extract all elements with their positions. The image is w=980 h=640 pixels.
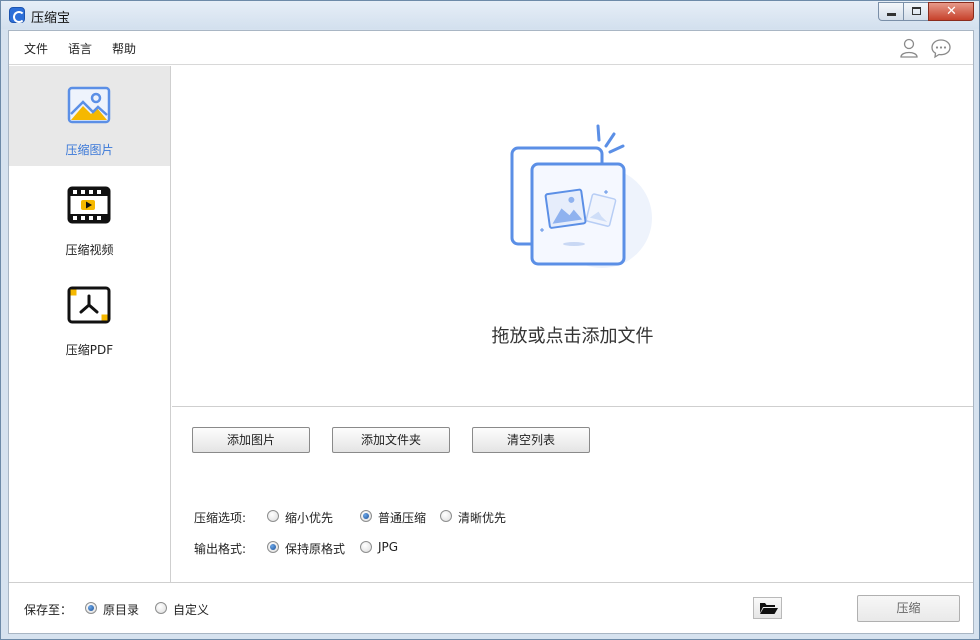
app-window: 压缩宝 ✕ 文件 语言 帮助 压缩图片 压缩视频 压缩PDF 拖放或点击添加文件… [0, 0, 980, 640]
add-images-illustration-icon [510, 124, 652, 268]
menu-help[interactable]: 帮助 [112, 40, 136, 57]
radio-custom-directory[interactable] [155, 602, 167, 614]
radio-label: 保持原格式 [285, 542, 346, 556]
maximize-icon [912, 7, 921, 15]
sidebar-item-compress-video[interactable]: 压缩视频 [9, 166, 170, 266]
radio-shrink-priority[interactable] [267, 510, 279, 522]
sidebar-item-compress-pdf[interactable]: 压缩PDF [9, 266, 170, 366]
compress-button[interactable]: 压缩 [857, 595, 960, 622]
compress-options-label: 压缩选项: [194, 511, 247, 525]
open-folder-button[interactable] [753, 597, 782, 619]
radio-label: 原目录 [103, 603, 140, 617]
sidebar: 压缩图片 压缩视频 压缩PDF [9, 66, 171, 582]
radio-label: 普通压缩 [378, 511, 427, 525]
pdf-icon [67, 286, 111, 324]
radio-jpg[interactable] [360, 541, 372, 553]
menu-bar: 文件 语言 帮助 [9, 31, 973, 65]
clear-list-button[interactable]: 清空列表 [472, 427, 590, 453]
title-bar[interactable]: 压缩宝 ✕ [1, 1, 979, 29]
radio-original-directory[interactable] [85, 602, 97, 614]
close-icon: ✕ [946, 4, 957, 19]
save-to-label: 保存至： [24, 603, 73, 617]
add-folder-button[interactable]: 添加文件夹 [332, 427, 450, 453]
radio-label: 清晰优先 [458, 511, 507, 525]
window-title: 压缩宝 [31, 11, 71, 26]
chat-bubble-icon[interactable] [930, 37, 952, 59]
maximize-button[interactable] [903, 2, 929, 21]
app-logo-icon [9, 7, 25, 23]
sidebar-item-label: 压缩视频 [65, 243, 114, 257]
radio-label: 缩小优先 [285, 511, 334, 525]
radio-keep-original-format[interactable] [267, 541, 279, 553]
window-controls: ✕ [878, 2, 974, 21]
menu-language[interactable]: 语言 [68, 40, 92, 57]
image-icon [67, 86, 111, 124]
compress-controls-panel: 添加图片 添加文件夹 清空列表 压缩选项: 缩小优先 普通压缩 清晰优先 输出格… [172, 408, 973, 582]
radio-label: 自定义 [173, 603, 210, 617]
output-format-label: 输出格式: [194, 542, 247, 556]
video-icon [67, 186, 111, 224]
minimize-button[interactable] [878, 2, 904, 21]
menu-file[interactable]: 文件 [24, 40, 48, 57]
sidebar-item-label: 压缩PDF [65, 343, 114, 357]
sidebar-item-compress-image[interactable]: 压缩图片 [9, 66, 170, 166]
sidebar-item-label: 压缩图片 [65, 143, 114, 157]
close-button[interactable]: ✕ [928, 2, 974, 21]
radio-normal-compress[interactable] [360, 510, 372, 522]
radio-label: JPG [378, 540, 399, 554]
footer-bar: 保存至： 原目录 自定义 压缩 [9, 582, 973, 633]
file-drop-zone[interactable]: 拖放或点击添加文件 [172, 66, 973, 407]
user-icon[interactable] [898, 37, 920, 59]
folder-open-icon [760, 603, 778, 614]
drop-hint-text: 拖放或点击添加文件 [491, 326, 654, 347]
app-client-area: 文件 语言 帮助 压缩图片 压缩视频 压缩PDF 拖放或点击添加文件 添加图片 … [8, 30, 974, 634]
minimize-icon [887, 13, 896, 16]
add-images-button[interactable]: 添加图片 [192, 427, 310, 453]
radio-clarity-priority[interactable] [440, 510, 452, 522]
